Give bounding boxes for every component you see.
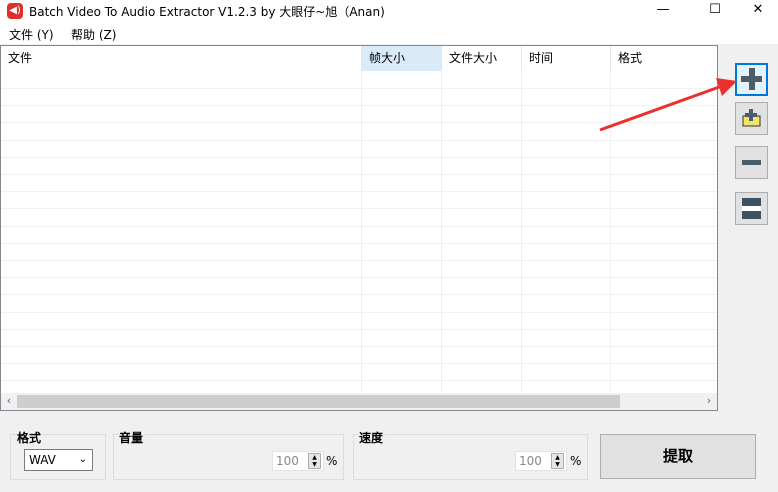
speed-label: 速度: [359, 429, 386, 446]
volume-value: 100: [276, 454, 299, 468]
speed-spinner[interactable]: 100 ▲ ▼: [515, 451, 567, 471]
chevron-down-icon: ⌄: [78, 454, 87, 465]
volume-unit: %: [326, 454, 338, 468]
volume-spinner[interactable]: 100 ▲ ▼: [272, 451, 324, 471]
annotation-arrow: [599, 78, 737, 132]
volume-label: 音量: [119, 429, 146, 446]
format-select[interactable]: WAV ⌄: [24, 449, 93, 471]
speed-value: 100: [519, 454, 542, 468]
spin-arrows-icon[interactable]: ▲ ▼: [308, 453, 321, 469]
speed-unit: %: [570, 454, 582, 468]
spin-arrows-icon[interactable]: ▲ ▼: [551, 453, 564, 469]
extract-button[interactable]: 提取: [600, 434, 756, 479]
format-label: 格式: [17, 429, 44, 446]
format-value: WAV: [29, 453, 56, 467]
